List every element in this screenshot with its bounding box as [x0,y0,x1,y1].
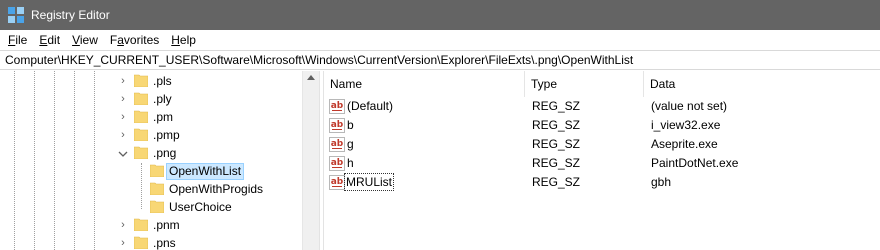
chevron-right-icon[interactable]: › [118,220,128,231]
folder-icon [134,74,148,87]
tree-item[interactable]: › .pmp [0,126,302,144]
tree-item[interactable]: .png [0,144,302,162]
registry-editor-icon [8,7,24,23]
tree-item[interactable]: › .pm [0,108,302,126]
key-tree[interactable]: › .pls › .ply › .pm › .pmp .png OpenWith… [0,71,319,250]
value-name: MRUList [343,173,395,191]
tree-item-selected[interactable]: OpenWithList [0,162,302,180]
menu-help[interactable]: Help [167,33,200,47]
value-type: REG_SZ [532,156,581,170]
values-list[interactable]: Name Type Data ab (Default) REG_SZ (valu… [324,71,880,250]
chevron-right-icon[interactable]: › [118,130,128,141]
value-row[interactable]: ab b REG_SZ i_view32.exe [324,116,880,135]
menu-file[interactable]: File [4,33,31,47]
string-value-icon: ab [329,175,345,190]
value-data: (value not set) [651,99,728,113]
column-header-data[interactable]: Data [644,71,880,97]
column-header-type[interactable]: Type [525,71,644,97]
tree-scrollbar[interactable] [302,71,319,250]
menu-bar: File Edit View Favorites Help [0,30,880,50]
folder-icon [134,128,148,141]
value-data: i_view32.exe [651,118,721,132]
tree-item[interactable]: › .ply [0,90,302,108]
tree-item-label: UserChoice [169,200,232,214]
scroll-up-arrow-icon[interactable] [307,75,315,80]
value-name: g [347,137,354,151]
menu-favorites[interactable]: Favorites [106,33,163,47]
value-type: REG_SZ [532,99,581,113]
value-row[interactable]: ab h REG_SZ PaintDotNet.exe [324,154,880,173]
chevron-right-icon[interactable]: › [118,238,128,249]
tree-item-label: .png [153,146,177,160]
folder-icon [134,146,148,159]
value-name: (Default) [347,99,394,113]
open-folder-icon [150,164,164,177]
value-data: PaintDotNet.exe [651,156,739,170]
folder-icon [150,182,164,195]
value-type: REG_SZ [532,175,581,189]
value-data: gbh [651,175,672,189]
title-bar: Registry Editor [0,0,880,30]
tree-item-label: .pns [153,236,176,250]
tree-item[interactable]: › .pns [0,234,302,250]
folder-icon [134,110,148,123]
string-value-icon: ab [329,137,345,152]
tree-item[interactable]: OpenWithProgids [0,180,302,198]
folder-icon [134,92,148,105]
value-data: Aseprite.exe [651,137,718,151]
value-name: b [347,118,354,132]
tree-item[interactable]: › .pls [0,72,302,90]
tree-item-label: OpenWithProgids [169,182,264,196]
menu-view[interactable]: View [68,33,102,47]
string-value-icon: ab [329,156,345,171]
chevron-right-icon[interactable]: › [118,94,128,105]
list-header: Name Type Data [324,71,880,97]
value-type: REG_SZ [532,118,581,132]
tree-item-label: OpenWithList [166,163,245,180]
tree-item[interactable]: › .pnm [0,216,302,234]
tree-item-label: .ply [153,92,172,106]
value-row[interactable]: ab (Default) REG_SZ (value not set) [324,97,880,116]
value-type: REG_SZ [532,137,581,151]
value-row[interactable]: ab g REG_SZ Aseprite.exe [324,135,880,154]
menu-edit[interactable]: Edit [35,33,64,47]
folder-icon [134,218,148,231]
window-title: Registry Editor [31,8,110,22]
tree-item-label: .pmp [153,128,180,142]
chevron-right-icon[interactable]: › [118,112,128,123]
value-row-focused[interactable]: ab MRUList REG_SZ gbh [324,173,880,192]
tree-item-label: .pls [153,74,172,88]
column-header-name[interactable]: Name [324,71,525,97]
folder-icon [134,236,148,249]
tree-item-label: .pnm [153,218,180,232]
address-bar[interactable]: Computer\HKEY_CURRENT_USER\Software\Micr… [0,50,880,70]
value-name: h [347,156,354,170]
tree-item-label: .pm [153,110,174,124]
string-value-icon: ab [329,99,345,114]
tree-item[interactable]: UserChoice [0,198,302,216]
folder-icon [150,200,164,213]
chevron-right-icon[interactable]: › [118,76,128,87]
chevron-down-icon[interactable] [118,149,128,159]
string-value-icon: ab [329,118,345,133]
